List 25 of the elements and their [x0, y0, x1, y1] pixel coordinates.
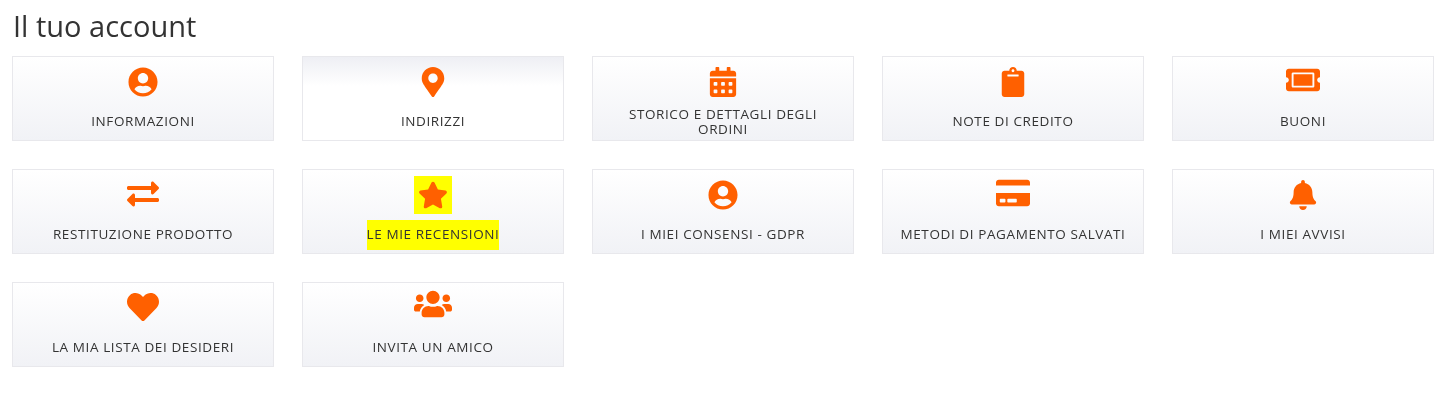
tile-label: LE MIE RECENSIONI [366, 219, 500, 250]
page-title: Il tuo account [12, 6, 198, 46]
tile-label: METODI DI PAGAMENTO SALVATI [900, 224, 1126, 245]
tile-label: LA MIA LISTA DEI DESIDERI [51, 337, 235, 358]
account-tile[interactable]: NOTE DI CREDITO [882, 56, 1144, 141]
tile-label: INFORMAZIONI [91, 111, 195, 132]
tile-label: INDIRIZZI [400, 111, 466, 132]
account-tile[interactable]: RESTITUZIONE PRODOTTO [12, 169, 274, 254]
tile-label: NOTE DI CREDITO [952, 111, 1074, 132]
account-tile[interactable]: INDIRIZZI [302, 56, 564, 141]
tile-label: INVITA UN AMICO [372, 337, 494, 358]
account-tile[interactable]: INFORMAZIONI [12, 56, 274, 141]
tile-label: I MIEI CONSENSI - GDPR [641, 224, 805, 245]
account-tile[interactable]: LE MIE RECENSIONI [302, 169, 564, 254]
tile-label: BUONI [1280, 111, 1326, 132]
account-tile[interactable]: I MIEI CONSENSI - GDPR [592, 169, 854, 254]
tile-label: I MIEI AVVISI [1260, 224, 1346, 245]
account-tile[interactable]: BUONI [1172, 56, 1434, 141]
account-tile[interactable]: I MIEI AVVISI [1172, 169, 1434, 254]
account-tile[interactable]: LA MIA LISTA DEI DESIDERI [12, 282, 274, 367]
tile-label: STORICO E DETTAGLI DEGLI ORDINI [627, 106, 819, 137]
account-tile[interactable]: METODI DI PAGAMENTO SALVATI [882, 169, 1144, 254]
account-tile[interactable]: INVITA UN AMICO [302, 282, 564, 367]
tile-label: RESTITUZIONE PRODOTTO [52, 224, 234, 245]
account-tile[interactable]: STORICO E DETTAGLI DEGLI ORDINI [592, 56, 854, 141]
